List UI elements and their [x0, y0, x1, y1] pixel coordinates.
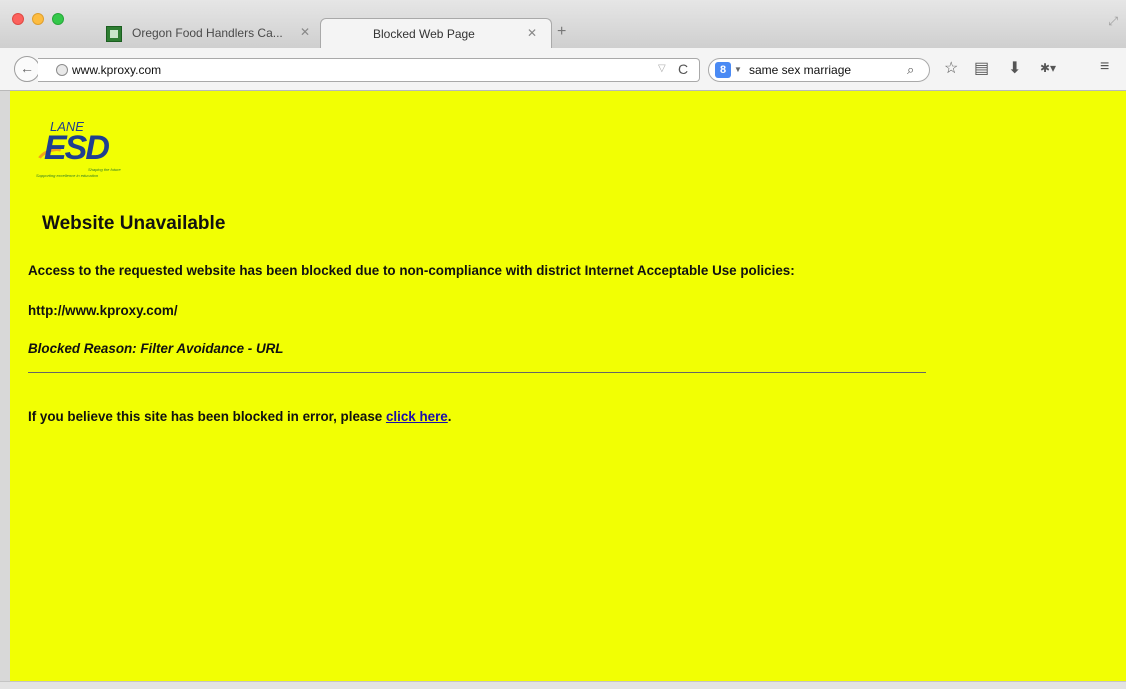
reading-list-icon[interactable]: ▤	[974, 58, 989, 78]
logo-esd-text: ESD	[44, 129, 110, 167]
appeal-suffix: .	[447, 409, 452, 424]
download-icon[interactable]: ⬇	[1008, 58, 1021, 78]
tab-title: Blocked Web Page	[373, 27, 475, 41]
click-here-link[interactable]: click here	[386, 409, 448, 424]
globe-icon	[56, 64, 68, 76]
logo-tagline: Supporting excellence in education	[36, 173, 99, 178]
menu-icon[interactable]: ≡	[1100, 58, 1109, 76]
addon-icon[interactable]: ✱▾	[1040, 61, 1056, 75]
blocked-url: http://www.kproxy.com/	[28, 303, 178, 318]
close-window-button[interactable]	[12, 13, 24, 25]
search-engine-dropdown-icon[interactable]: ▼	[734, 65, 742, 74]
tab-blocked-web-page[interactable]: Blocked Web Page ✕	[320, 18, 552, 48]
search-icon[interactable]: ⌕	[907, 62, 914, 78]
reload-icon[interactable]: C	[678, 61, 688, 77]
blocked-reason: Blocked Reason: Filter Avoidance - URL	[28, 341, 284, 356]
tab-oregon-food-handlers[interactable]: Oregon Food Handlers Ca... ✕	[92, 18, 324, 48]
minimize-window-button[interactable]	[32, 13, 44, 25]
google-icon[interactable]: 8	[715, 62, 731, 78]
back-button[interactable]: ←	[14, 56, 40, 82]
site-favicon-icon	[106, 26, 122, 42]
browser-window: Oregon Food Handlers Ca... ✕ Blocked Web…	[0, 0, 1126, 689]
url-bar[interactable]: www.kproxy.com ▽ C	[38, 58, 700, 82]
search-value[interactable]: same sex marriage	[749, 63, 851, 77]
page-content: LANE ESD Shaping the future Supporting e…	[10, 91, 1126, 681]
divider	[28, 372, 926, 373]
close-tab-icon[interactable]: ✕	[300, 25, 310, 39]
maximize-window-button[interactable]	[52, 13, 64, 25]
plus-icon[interactable]: +	[557, 23, 566, 41]
status-bar	[0, 681, 1126, 689]
bookmark-star-icon[interactable]: ☆	[944, 58, 958, 78]
tab-strip: Oregon Food Handlers Ca... ✕ Blocked Web…	[0, 0, 1126, 48]
logo-tagline: Shaping the future	[88, 167, 121, 172]
lane-esd-logo: LANE ESD Shaping the future Supporting e…	[33, 119, 128, 183]
close-tab-icon[interactable]: ✕	[527, 26, 537, 40]
block-message: Access to the requested website has been…	[28, 263, 795, 278]
appeal-prefix: If you believe this site has been blocke…	[28, 409, 386, 424]
search-input[interactable]: 8 ▼ same sex marriage ⌕	[708, 58, 930, 82]
fullscreen-icon[interactable]: ⤢	[1108, 14, 1118, 29]
appeal-text: If you believe this site has been blocke…	[28, 409, 452, 424]
history-dropdown-icon[interactable]: ▽	[658, 63, 666, 74]
tab-title: Oregon Food Handlers Ca...	[132, 26, 283, 40]
page-title: Website Unavailable	[42, 213, 226, 234]
back-arrow-icon: ←	[20, 60, 34, 76]
url-text[interactable]: www.kproxy.com	[72, 63, 161, 77]
